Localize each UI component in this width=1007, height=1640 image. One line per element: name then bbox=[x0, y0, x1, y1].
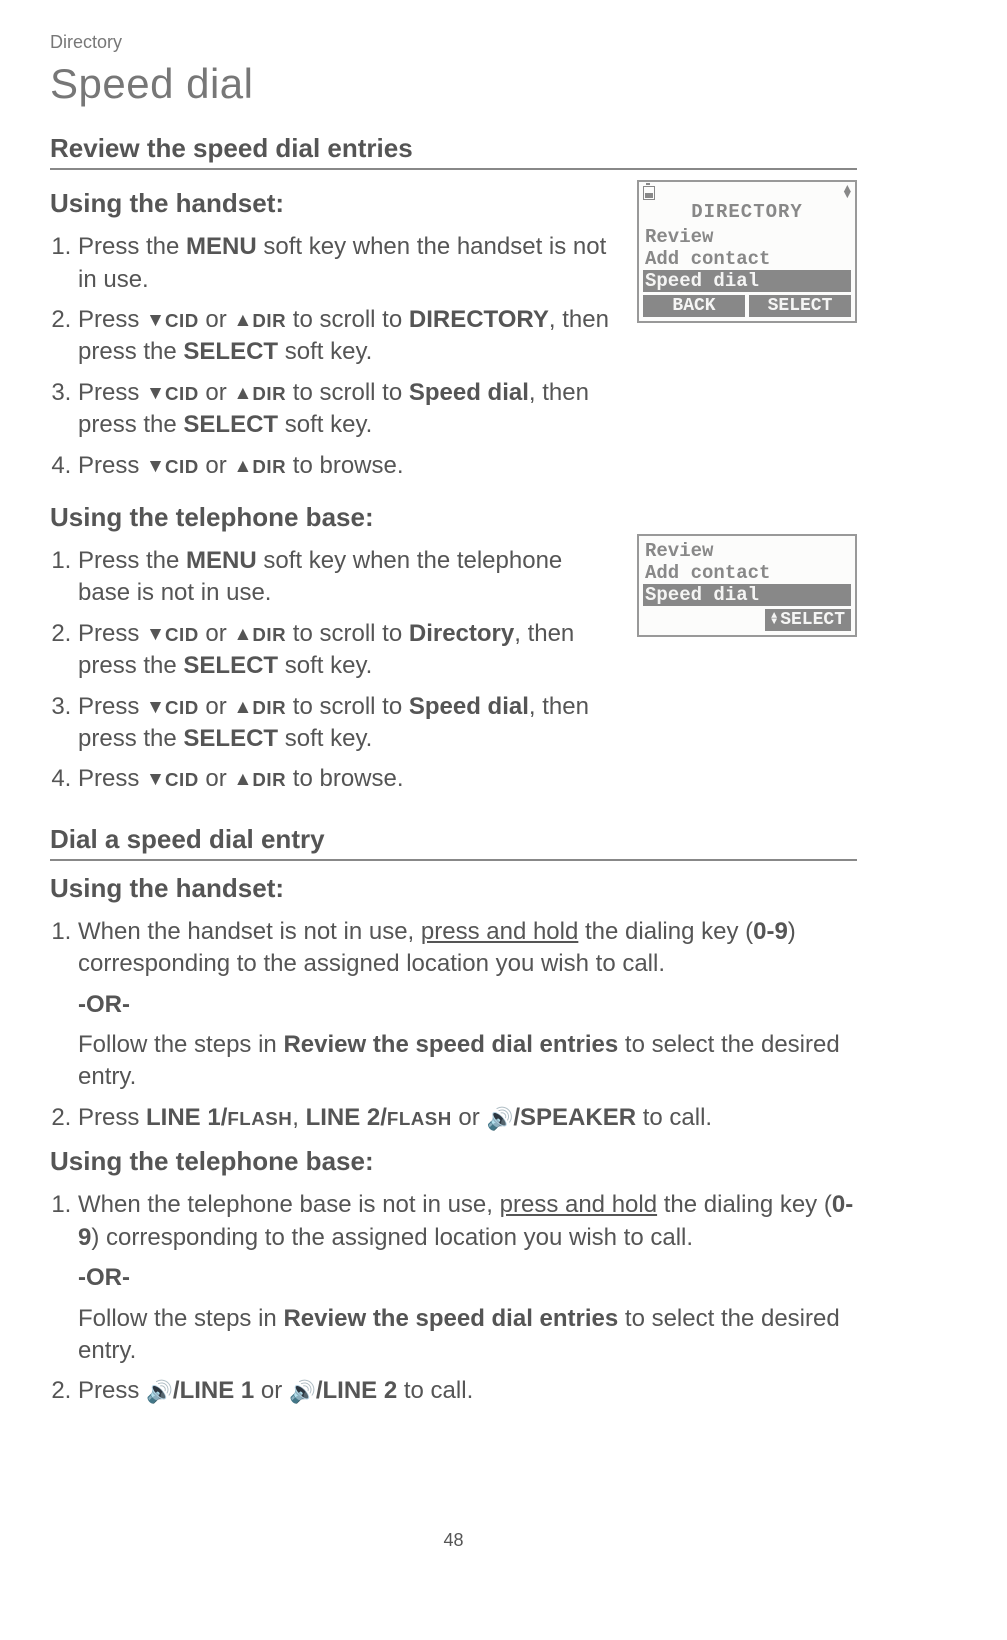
list-item: Press ▼CID or ▲DIR to browse. bbox=[78, 763, 619, 795]
list-item: Press ▼CID or ▲DIR to browse. bbox=[78, 450, 619, 482]
up-arrow-icon: ▲ bbox=[233, 767, 252, 793]
list-item: Press ▼CID or ▲DIR to scroll to DIRECTOR… bbox=[78, 304, 619, 369]
section-heading-dial: Dial a speed dial entry bbox=[50, 822, 857, 861]
down-arrow-icon: ▼ bbox=[146, 695, 165, 721]
lcd-softkey-select: SELECT bbox=[749, 295, 851, 317]
breadcrumb: Directory bbox=[50, 30, 857, 54]
battery-icon bbox=[643, 186, 655, 200]
down-arrow-icon: ▼ bbox=[146, 622, 165, 648]
base-review-steps: Press the MENU soft key when the telepho… bbox=[50, 545, 619, 796]
alt-instruction: Follow the steps in Review the speed dia… bbox=[78, 1029, 857, 1094]
up-arrow-icon: ▲ bbox=[233, 454, 252, 480]
subheading-handset-1: Using the handset: bbox=[50, 186, 619, 221]
lcd-title: DIRECTORY bbox=[643, 200, 851, 226]
page-title: Speed dial bbox=[50, 56, 857, 113]
section-heading-review: Review the speed dial entries bbox=[50, 131, 857, 170]
down-arrow-icon: ▼ bbox=[146, 381, 165, 407]
down-arrow-icon: ▼ bbox=[146, 767, 165, 793]
list-item: When the handset is not in use, press an… bbox=[78, 916, 857, 1094]
alt-instruction: Follow the steps in Review the speed dia… bbox=[78, 1303, 857, 1368]
lcd-line: Add contact bbox=[643, 248, 851, 270]
down-arrow-icon: ▼ bbox=[146, 308, 165, 334]
list-item: Press ▼CID or ▲DIR to scroll to Speed di… bbox=[78, 691, 619, 756]
or-separator: -OR- bbox=[78, 989, 857, 1021]
subheading-handset-2: Using the handset: bbox=[50, 871, 857, 906]
scroll-indicator-icon: ▲▼ bbox=[844, 186, 851, 200]
up-arrow-icon: ▲ bbox=[233, 381, 252, 407]
subheading-base-2: Using the telephone base: bbox=[50, 1144, 857, 1179]
down-arrow-icon: ▼ bbox=[146, 454, 165, 480]
up-arrow-icon: ▲ bbox=[233, 308, 252, 334]
up-arrow-icon: ▲ bbox=[233, 695, 252, 721]
lcd-line: Add contact bbox=[643, 562, 851, 584]
or-separator: -OR- bbox=[78, 1262, 857, 1294]
lcd-line-selected: Speed dial bbox=[643, 584, 851, 606]
speaker-icon: 🔊 bbox=[146, 1377, 173, 1406]
lcd-line: Review bbox=[643, 540, 851, 562]
handset-lcd-preview: ▲▼ DIRECTORY Review Add contact Speed di… bbox=[637, 180, 857, 323]
lcd-softkey-back: BACK bbox=[643, 295, 745, 317]
list-item: Press ▼CID or ▲DIR to scroll to Director… bbox=[78, 618, 619, 683]
scroll-indicator-icon: ▲▼ bbox=[771, 614, 777, 626]
list-item: Press the MENU soft key when the handset… bbox=[78, 231, 619, 296]
subheading-base-1: Using the telephone base: bbox=[50, 500, 619, 535]
list-item: Press LINE 1/FLASH, LINE 2/FLASH or 🔊/SP… bbox=[78, 1102, 857, 1134]
lcd-line-selected: Speed dial bbox=[643, 270, 851, 292]
base-dial-steps: When the telephone base is not in use, p… bbox=[50, 1189, 857, 1407]
speaker-icon: 🔊 bbox=[289, 1377, 316, 1406]
speaker-icon: 🔊 bbox=[486, 1104, 513, 1133]
base-lcd-preview: Review Add contact Speed dial ▲▼ SELECT bbox=[637, 534, 857, 637]
up-arrow-icon: ▲ bbox=[233, 622, 252, 648]
list-item: Press the MENU soft key when the telepho… bbox=[78, 545, 619, 610]
page-number: 48 bbox=[50, 1528, 857, 1552]
handset-review-steps: Press the MENU soft key when the handset… bbox=[50, 231, 619, 482]
lcd-softkey-select: ▲▼ SELECT bbox=[765, 609, 851, 631]
list-item: Press 🔊/LINE 1 or 🔊/LINE 2 to call. bbox=[78, 1375, 857, 1407]
list-item: When the telephone base is not in use, p… bbox=[78, 1189, 857, 1367]
list-item: Press ▼CID or ▲DIR to scroll to Speed di… bbox=[78, 377, 619, 442]
lcd-line: Review bbox=[643, 226, 851, 248]
handset-dial-steps: When the handset is not in use, press an… bbox=[50, 916, 857, 1134]
